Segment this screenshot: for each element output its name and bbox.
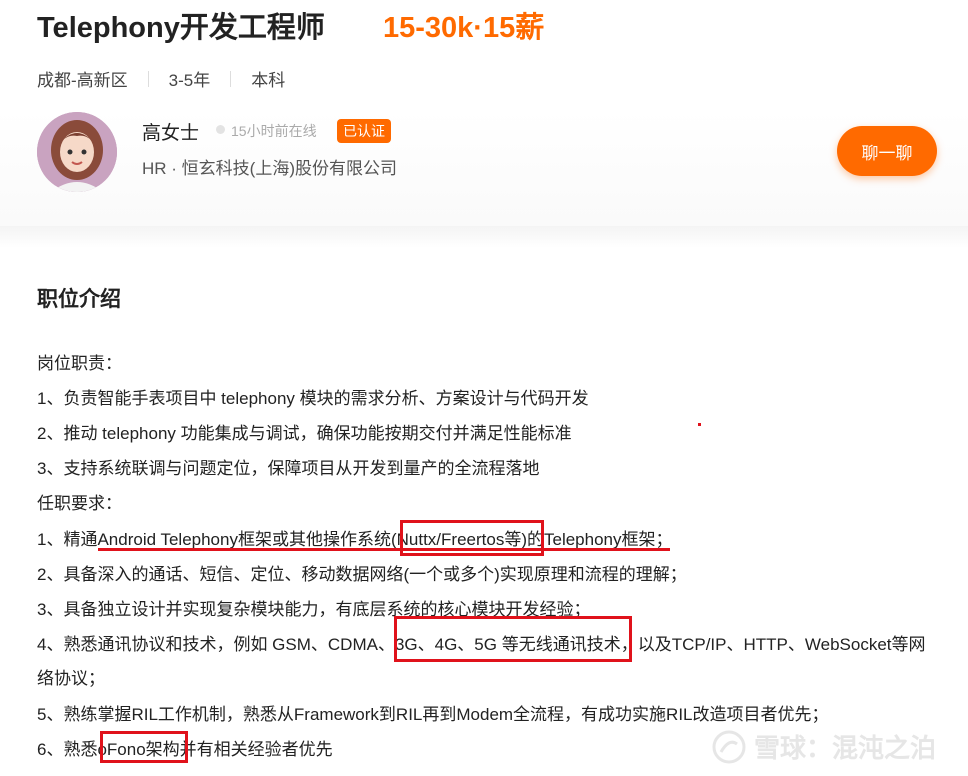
desc-line: 1、精通Android Telephony框架或其他操作系统(Nuttx/Fre…	[37, 530, 673, 549]
divider	[147, 70, 149, 87]
annotation-box	[400, 520, 544, 556]
avatar-illustration-icon	[37, 112, 117, 192]
divider	[230, 70, 232, 87]
desc-line: 1、负责智能手表项目中 telephony 模块的需求分析、方案设计与代码开发	[37, 389, 589, 408]
section-divider	[0, 226, 968, 248]
recruiter-avatar[interactable]	[37, 112, 117, 192]
desc-line: 3、支持系统联调与问题定位，保障项目从开发到量产的全流程落地	[37, 459, 540, 478]
job-title: Telephony开发工程师	[37, 12, 325, 44]
desc-line: 络协议；	[37, 669, 105, 688]
job-header: Telephony开发工程师 15-30k·15薪 成都-高新区 3-5年 本科	[0, 0, 968, 110]
section-title: 职位介绍	[37, 288, 121, 311]
desc-line: 2、具备深入的通话、短信、定位、移动数据网络(一个或多个)实现原理和流程的理解；	[37, 565, 687, 584]
watermark-text: 雪球：混沌之泊	[754, 733, 937, 763]
snowball-logo-icon	[712, 730, 746, 763]
online-status: 15小时前在线	[231, 123, 317, 139]
online-status-dot-icon	[216, 125, 225, 134]
job-experience: 3-5年	[168, 71, 211, 90]
job-education: 本科	[251, 71, 286, 90]
chat-button[interactable]: 聊一聊	[837, 126, 937, 176]
recruiter-name: 高女士	[142, 123, 200, 144]
recruiter-company: HR · 恒玄科技(上海)股份有限公司	[142, 159, 397, 178]
annotation-box	[100, 731, 188, 763]
job-location: 成都-高新区	[37, 71, 128, 90]
watermark: 雪球：混沌之泊	[712, 728, 936, 765]
annotation-box	[394, 616, 632, 662]
desc-line: 5、熟练掌握RIL工作机制，熟悉从Framework到RIL再到Modem全流程…	[37, 705, 829, 724]
annotation-underline	[98, 548, 670, 551]
desc-line: 岗位职责：	[37, 354, 122, 373]
job-meta: 成都-高新区 3-5年 本科	[37, 66, 285, 91]
verified-badge: 已认证	[337, 119, 391, 143]
salary: 15-30k·15薪	[383, 12, 545, 44]
desc-line: 2、推动 telephony 功能集成与调试，确保功能按期交付并满足性能标准	[37, 424, 572, 443]
annotation-mark	[698, 423, 701, 426]
desc-line: 任职要求：	[37, 494, 122, 513]
